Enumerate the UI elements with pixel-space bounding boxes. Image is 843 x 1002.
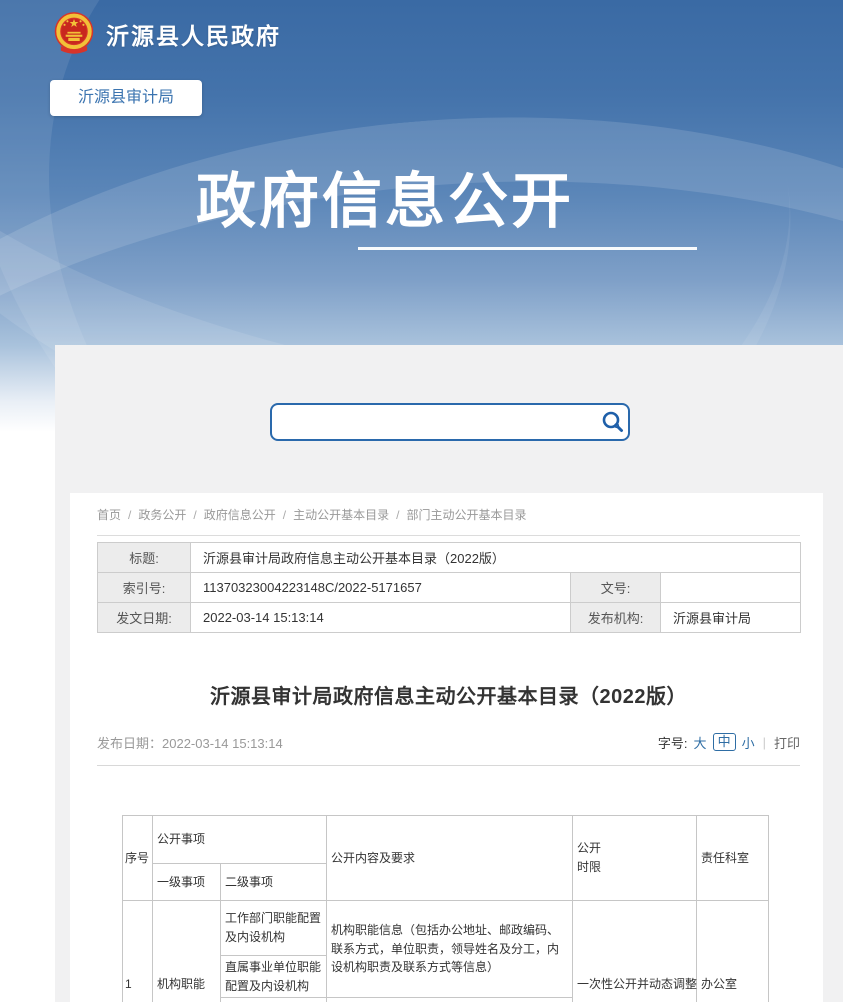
cell-level2: 职责任务清单 — [221, 998, 327, 1002]
search-input[interactable] — [272, 408, 596, 436]
department-badge[interactable]: 沂源县审计局 — [50, 80, 202, 116]
breadcrumb-dept-catalog[interactable]: 部门主动公开基本目录 — [406, 508, 526, 522]
breadcrumb: 首页 / 政务公开 / 政府信息公开 / 主动公开基本目录 / 部门主动公开基本目录 — [97, 493, 800, 536]
col-header-time-limit: 公开 时限 — [573, 816, 697, 901]
breadcrumb-separator: / — [193, 508, 196, 522]
cell-level1: 机构职能 — [153, 901, 221, 1002]
publish-date: 发布日期：2022-03-14 15:13:14 — [97, 733, 283, 752]
cell-level2: 工作部门职能配置及内设机构 — [221, 901, 327, 956]
banner-page-title: 政府信息公开 — [196, 153, 574, 240]
cell-seq: 1 — [123, 901, 153, 1002]
meta-docno-value — [661, 573, 801, 603]
meta-date-value: 2022-03-14 15:13:14 — [191, 603, 571, 633]
disclosure-catalog-table: 序号 公开事项 公开内容及要求 公开 时限 责任科室 一级事项 二级事项 1 机… — [122, 815, 769, 1002]
col-header-seq: 序号 — [123, 816, 153, 901]
cell-time-limit: 一次性公开并动态调整 — [573, 901, 697, 1002]
meta-date-label: 发文日期: — [98, 603, 191, 633]
breadcrumb-separator: / — [128, 508, 131, 522]
search-box — [270, 403, 630, 441]
cell-content: 机构职能信息（包括办公地址、邮政编码、联系方式，单位职责，领导姓名及分工，内设机… — [327, 901, 573, 998]
banner-title-underline — [358, 247, 697, 250]
meta-index-label: 索引号: — [98, 573, 191, 603]
cell-dept: 办公室 — [697, 901, 769, 1002]
section-divider — [97, 765, 800, 766]
breadcrumb-home[interactable]: 首页 — [97, 508, 121, 522]
meta-docno-label: 文号: — [571, 573, 661, 603]
site-logo-link[interactable]: 沂源县人民政府 — [53, 11, 281, 57]
breadcrumb-catalog[interactable]: 主动公开基本目录 — [293, 508, 389, 522]
col-header-content: 公开内容及要求 — [327, 816, 573, 901]
fontsize-label: 字号: — [658, 733, 688, 752]
cell-content: 职责任务清单 — [327, 998, 573, 1002]
site-title: 沂源县人民政府 — [106, 17, 281, 51]
control-divider: | — [763, 735, 766, 750]
fontsize-large-button[interactable]: 大 — [694, 733, 707, 752]
print-button[interactable]: 打印 — [774, 733, 800, 752]
main-panel: 首页 / 政务公开 / 政府信息公开 / 主动公开基本目录 / 部门主动公开基本目录 标题: 沂… — [70, 493, 823, 1002]
fontsize-small-button[interactable]: 小 — [742, 733, 755, 752]
col-header-level1: 一级事项 — [153, 864, 221, 901]
breadcrumb-separator: / — [396, 508, 399, 522]
search-button[interactable] — [596, 407, 628, 437]
meta-title-label: 标题: — [98, 543, 191, 573]
meta-title-value: 沂源县审计局政府信息主动公开基本目录（2022版） — [191, 543, 801, 573]
search-icon — [599, 409, 625, 435]
breadcrumb-info-disclosure[interactable]: 政府信息公开 — [204, 508, 276, 522]
table-row: 1 机构职能 工作部门职能配置及内设机构 机构职能信息（包括办公地址、邮政编码、… — [123, 901, 769, 956]
col-header-level2: 二级事项 — [221, 864, 327, 901]
article-title: 沂源县审计局政府信息主动公开基本目录（2022版） — [97, 680, 800, 709]
document-meta-table: 标题: 沂源县审计局政府信息主动公开基本目录（2022版） 索引号: 11370… — [97, 542, 801, 633]
breadcrumb-separator: / — [283, 508, 286, 522]
fontsize-medium-button[interactable]: 中 — [713, 733, 736, 751]
meta-org-label: 发布机构: — [571, 603, 661, 633]
col-header-dept: 责任科室 — [697, 816, 769, 901]
breadcrumb-zhengwu[interactable]: 政务公开 — [138, 508, 186, 522]
col-header-matters: 公开事项 — [153, 816, 327, 864]
cell-level2: 直属事业单位职能配置及内设机构 — [221, 956, 327, 998]
national-emblem-icon — [53, 11, 95, 57]
meta-index-value: 11370323004223148C/2022-5171657 — [191, 573, 571, 603]
page: 沂源县人民政府 沂源县审计局 政府信息公开 首页 / 政务公开 / 政府信息公开 / 主动公… — [0, 0, 843, 1002]
meta-org-value: 沂源县审计局 — [661, 603, 801, 633]
fontsize-controls: 字号: 大 中 小 | 打印 — [658, 733, 800, 752]
